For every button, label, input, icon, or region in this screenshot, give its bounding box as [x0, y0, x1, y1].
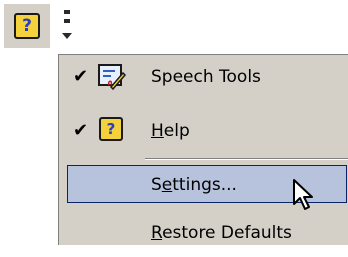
chevron-down-icon[interactable] — [62, 33, 72, 39]
mouse-pointer-icon — [292, 178, 316, 216]
menu-item-label: Settings... — [151, 175, 237, 195]
menu-separator — [145, 158, 348, 160]
toolbar-options-menu: ✔ Speech Tools ✔ ? Help Settings... Rest… — [58, 54, 348, 245]
toolbar-help-button[interactable]: ? — [4, 4, 50, 48]
menu-item-label: Speech Tools — [151, 67, 261, 87]
checkmark-icon: ✔ — [73, 120, 89, 141]
menu-item-help[interactable]: ✔ ? Help — [59, 109, 348, 153]
help-icon: ? — [14, 13, 40, 39]
menu-item-label: Restore Defaults — [151, 223, 292, 243]
menu-item-label: Help — [151, 121, 190, 141]
help-icon: ? — [99, 117, 123, 141]
speech-tools-icon — [97, 63, 127, 95]
checkmark-icon: ✔ — [73, 66, 89, 87]
menu-item-restore-defaults[interactable]: Restore Defaults — [59, 213, 348, 257]
menu-item-speech-tools[interactable]: ✔ Speech Tools — [59, 55, 348, 99]
